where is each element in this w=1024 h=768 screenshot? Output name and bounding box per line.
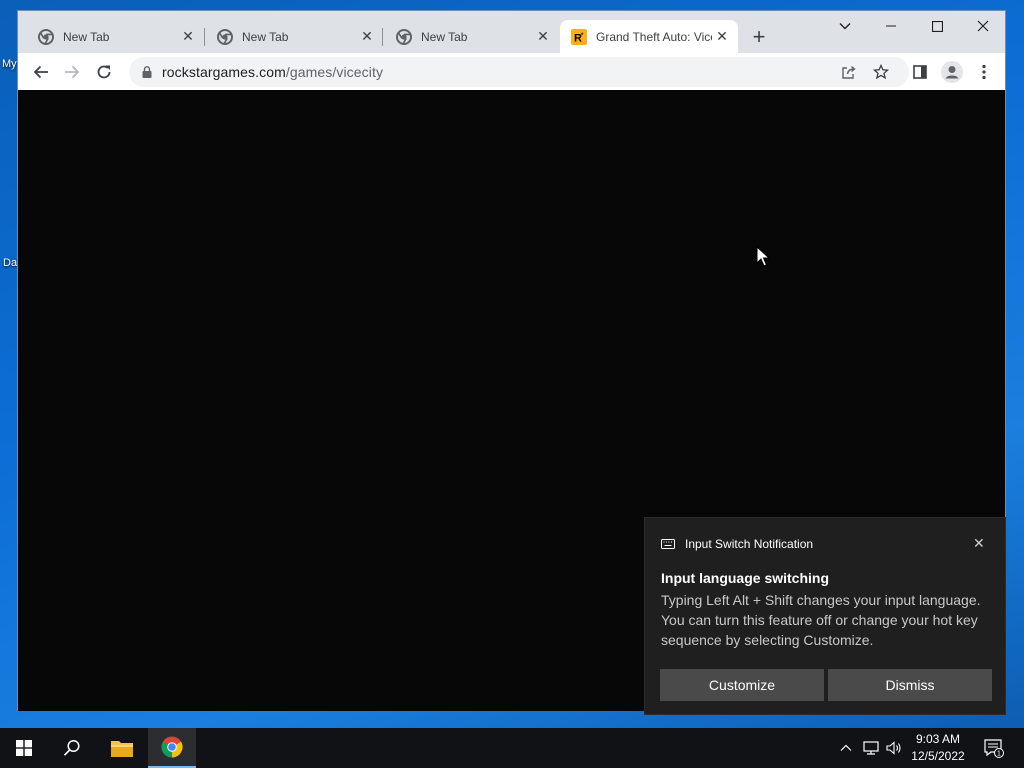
notification-header: Input Switch Notification — [661, 537, 813, 551]
reload-icon[interactable] — [91, 59, 117, 85]
mouse-cursor-icon — [756, 246, 770, 267]
url-text: rockstargames.com/games/vicecity — [162, 64, 383, 80]
customize-button[interactable]: Customize — [660, 669, 824, 701]
tab-title: New Tab — [421, 29, 468, 44]
address-bar[interactable]: rockstargames.com/games/vicecity — [129, 57, 909, 87]
back-arrow-icon[interactable] — [28, 59, 54, 85]
lock-icon[interactable] — [140, 66, 154, 78]
minimize-icon[interactable] — [868, 11, 914, 41]
tab-search-chevron-icon[interactable] — [822, 11, 868, 41]
notification-count-badge: 1 — [997, 751, 1001, 758]
tab-close-icon[interactable]: ✕ — [357, 27, 377, 47]
clock-date: 12/5/2022 — [911, 749, 965, 763]
tab-new-tab-2[interactable]: New Tab ✕ — [197, 20, 383, 53]
browser-toolbar: rockstargames.com/games/vicecity — [18, 53, 1005, 90]
new-tab-plus-icon[interactable]: + — [747, 24, 771, 49]
taskbar: 9:03 AM 12/5/2022 1 — [0, 728, 1024, 768]
url-host: rockstargames.com — [162, 64, 286, 80]
keyboard-icon — [661, 539, 675, 549]
tab-close-icon[interactable]: ✕ — [712, 27, 732, 47]
bookmark-star-icon[interactable] — [868, 59, 894, 85]
profile-avatar-icon[interactable] — [939, 59, 965, 85]
maximize-icon[interactable] — [914, 11, 960, 41]
tab-title: Grand Theft Auto: Vice City — [596, 29, 712, 44]
notification-title: Input language switching — [661, 570, 829, 586]
side-panel-icon[interactable] — [907, 59, 933, 85]
file-explorer-icon[interactable] — [98, 728, 146, 768]
rockstar-icon: R * — [571, 28, 587, 45]
forward-arrow-icon[interactable] — [59, 59, 85, 85]
tab-title: New Tab — [242, 29, 289, 44]
start-windows-icon[interactable] — [0, 728, 48, 768]
chrome-icon — [217, 28, 233, 45]
tab-new-tab-1[interactable]: New Tab ✕ — [18, 20, 204, 53]
clock-time: 9:03 AM — [915, 732, 961, 746]
tab-strip: New Tab ✕ New Tab ✕ New Tab ✕ R * Grand … — [18, 11, 1005, 53]
close-window-icon[interactable] — [960, 11, 1006, 41]
system-clock[interactable]: 9:03 AM 12/5/2022 — [903, 731, 973, 765]
input-switch-notification[interactable]: Input Switch Notification ✕ Input langua… — [644, 517, 1006, 715]
action-center-icon[interactable]: 1 — [978, 728, 1010, 768]
tab-close-icon[interactable]: ✕ — [533, 27, 553, 47]
notification-body: Typing Left Alt + Shift changes your inp… — [661, 592, 981, 648]
tab-grand-theft-auto[interactable]: R * Grand Theft Auto: Vice City ✕ — [560, 20, 738, 53]
tab-close-icon[interactable]: ✕ — [178, 27, 198, 47]
search-icon[interactable] — [48, 728, 96, 768]
share-icon[interactable] — [836, 59, 862, 85]
menu-kebab-icon[interactable] — [971, 59, 997, 85]
desktop-icon-label[interactable]: Da — [3, 257, 17, 269]
tab-title: New Tab — [63, 29, 110, 44]
notification-close-icon[interactable]: ✕ — [973, 535, 985, 552]
dismiss-button[interactable]: Dismiss — [828, 669, 992, 701]
chrome-icon — [38, 28, 54, 45]
network-icon[interactable] — [860, 728, 882, 768]
url-path: /games/vicecity — [285, 64, 384, 80]
volume-icon[interactable] — [884, 728, 904, 768]
chevron-up-icon[interactable] — [836, 728, 856, 768]
notification-app-name: Input Switch Notification — [685, 537, 814, 551]
desktop-icon-label[interactable]: My — [2, 58, 17, 70]
chrome-icon — [396, 28, 412, 45]
chrome-taskbar-icon[interactable] — [148, 728, 196, 768]
tab-new-tab-3[interactable]: New Tab ✕ — [376, 20, 559, 53]
